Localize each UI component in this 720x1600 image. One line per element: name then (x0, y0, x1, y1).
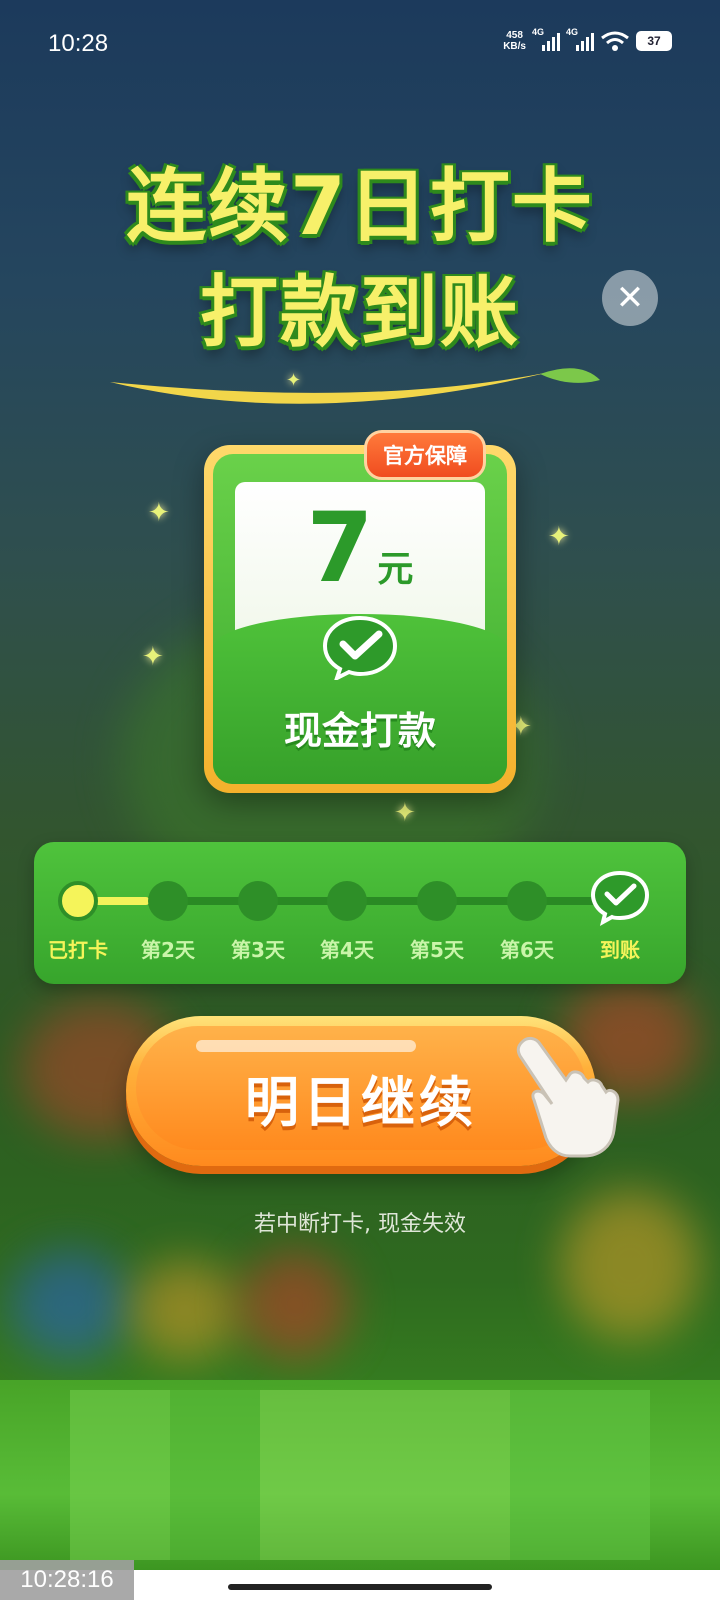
close-button[interactable]: ✕ (602, 270, 658, 326)
progress-step-label: 第3天 (231, 938, 285, 962)
progress-step-label: 第5天 (410, 938, 464, 962)
bg-blob (10, 1250, 130, 1360)
progress-step-label: 第6天 (500, 938, 554, 962)
checkin-progress-panel: 已打卡 第2天 第3天 第4天 第5天 第6天 到账 (34, 842, 686, 984)
progress-step-label: 到账 (600, 938, 640, 962)
net-speed-value: 458 (506, 30, 523, 41)
progress-dot (238, 881, 278, 921)
progress-step-label: 第2天 (141, 938, 195, 962)
sparkle-icon: ✦ (394, 798, 416, 828)
headline-line1: 连续7日打卡 (126, 160, 594, 253)
sparkle-icon: ✦ (548, 522, 570, 552)
net-speed: 458 KB/s (503, 30, 526, 52)
bg-blob (130, 1260, 240, 1360)
reward-label: 现金打款 (283, 709, 436, 753)
bg-blob (240, 1250, 350, 1360)
home-indicator[interactable] (228, 1584, 492, 1590)
sparkle-icon: ✦ (286, 370, 302, 391)
sim1-label: 4G (532, 27, 545, 37)
reward-amount-unit: 元 (377, 549, 414, 590)
pointing-hand-icon (516, 1036, 620, 1158)
progress-dot (327, 881, 367, 921)
progress-dot (148, 881, 188, 921)
progress-dot-done (58, 881, 98, 921)
wifi-icon (601, 31, 629, 51)
interruption-hint: 若中断打卡, 现金失效 (254, 1212, 466, 1237)
battery-icon: 37 (636, 31, 672, 51)
status-icons: 458 KB/s 4G 4G 37 (503, 27, 672, 52)
status-time: 10:28 (48, 30, 109, 57)
sparkle-icon: ✦ (142, 642, 164, 672)
sparkle-icon: ✦ (148, 498, 170, 528)
signal-icon: 4G (566, 27, 594, 51)
wechat-pay-icon (590, 870, 650, 926)
cta-shine (196, 1040, 416, 1052)
official-guarantee-badge: 官方保障 (364, 430, 486, 480)
progress-step-label: 第4天 (320, 938, 374, 962)
progress-step-label: 已打卡 (48, 938, 108, 962)
progress-dot (417, 881, 457, 921)
reward-amount: 7元 (213, 492, 507, 604)
signal-icon: 4G (532, 27, 560, 51)
progress-dot (507, 881, 547, 921)
status-bar: 10:28 458 KB/s 4G 4G 37 (0, 0, 720, 90)
screenshot-timestamp: 10:28:16 (0, 1560, 134, 1600)
sim2-label: 4G (566, 27, 579, 37)
battery-level: 37 (647, 34, 661, 48)
ribbon-decoration (110, 368, 600, 404)
reward-card: 7元 现金打款 (204, 445, 516, 793)
net-speed-unit: KB/s (503, 41, 526, 52)
wechat-pay-icon (322, 615, 398, 680)
bottom-tiles (70, 1390, 650, 1560)
close-icon: ✕ (615, 278, 645, 318)
reward-card-inner: 7元 现金打款 (213, 454, 507, 784)
reward-amount-value: 7 (306, 492, 374, 604)
